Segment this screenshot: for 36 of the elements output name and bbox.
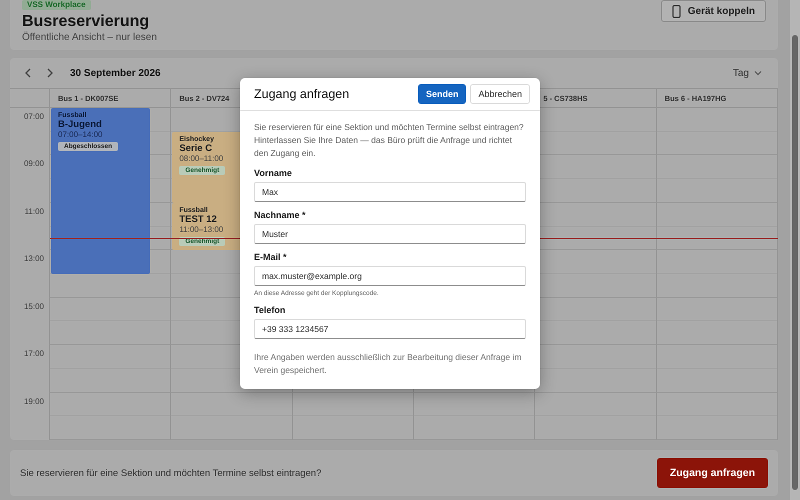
time-label: 19:00: [24, 396, 44, 407]
input-field[interactable]: +39 333 1234567: [254, 319, 526, 339]
event-title: B-Jugend: [58, 119, 102, 130]
time-label: 13:00: [24, 254, 44, 264]
page-title: Busreservierung: [22, 13, 150, 31]
time-label: 07:00: [24, 112, 44, 122]
input-field[interactable]: max.muster@example.org: [254, 266, 526, 286]
scrollbar[interactable]: [790, 0, 800, 500]
footer-text: Sie reservieren für eine Sektion und möchten Termine selbst eintragen?: [20, 468, 322, 478]
input-field[interactable]: Muster: [254, 224, 526, 244]
chevron-down-icon: [754, 70, 762, 76]
calendar-date: 30 September 2026: [70, 68, 161, 78]
workspace-badge: VSS Workplace: [22, 0, 91, 10]
event-title: TEST 12: [179, 214, 217, 225]
view-dropdown[interactable]: Tag: [726, 64, 768, 82]
chevron-right-icon: [46, 68, 54, 78]
send-button[interactable]: Senden: [418, 84, 466, 104]
request-access-button[interactable]: Zugang anfragen: [656, 458, 768, 488]
event-time: 08:00–11:00: [179, 154, 224, 163]
cancel-button[interactable]: Abbrechen: [470, 84, 530, 104]
event-time: 11:00–13:00: [179, 224, 224, 234]
field-label: Telefon: [254, 305, 286, 315]
event-title: Serie C: [179, 142, 212, 154]
phone-icon: [672, 4, 681, 18]
time-label: 11:00: [24, 206, 44, 217]
field-label: E-Mail *: [254, 252, 288, 262]
time-label: 09:00: [24, 159, 44, 170]
time-label: 15:00: [24, 302, 44, 312]
chevron-left-icon: [24, 68, 32, 78]
time-label: 17:00: [24, 349, 44, 360]
input-field[interactable]: Max: [254, 182, 526, 202]
event-time: 07:00–14:00: [58, 130, 102, 139]
privacy-note: Ihre Angaben werden ausschließlich zur Bearbeitung dieser Anfrage im Verein gespeichert.: [254, 351, 522, 377]
page-subtitle: Öffentliche Ansicht – nur lesen: [22, 31, 157, 44]
dialog-title: Zugang anfragen: [254, 87, 350, 101]
pair-device-button[interactable]: Gerät koppeln: [660, 0, 766, 22]
